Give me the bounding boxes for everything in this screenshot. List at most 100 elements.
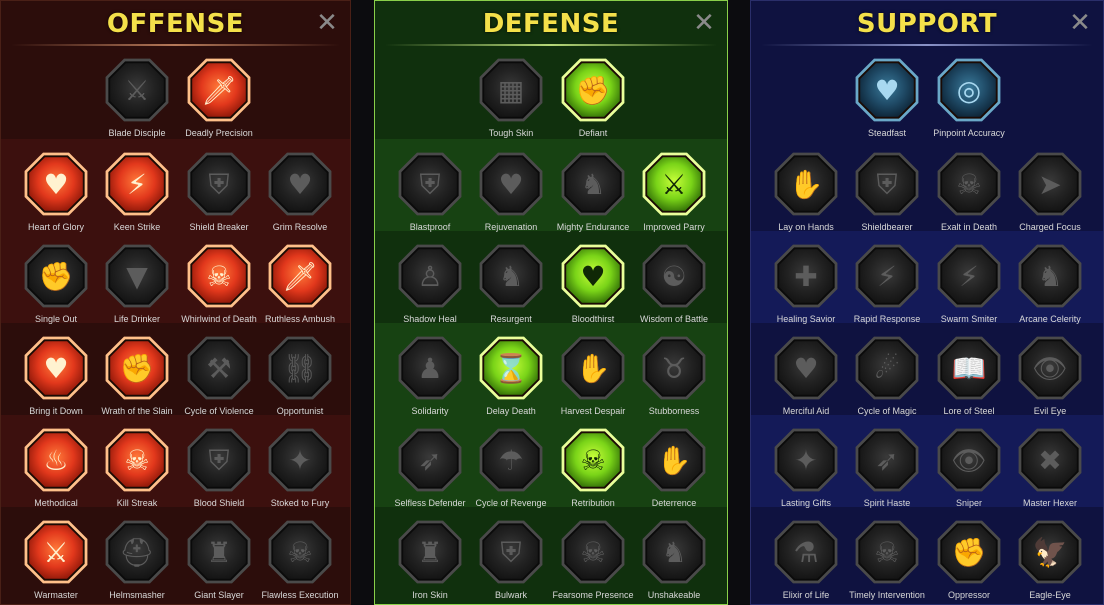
skill-deadly-precision[interactable]: 🗡 Deadly Precision xyxy=(178,55,260,147)
skill-retribution[interactable]: ☠ Retribution xyxy=(552,425,634,517)
skill-arcane-celerity[interactable]: ♞ Arcane Celerity xyxy=(1009,241,1091,333)
skill-helmsmasher[interactable]: ⛑ Helmsmasher xyxy=(96,517,178,604)
icon-glyph: ✊ xyxy=(39,260,74,293)
icon-glyph: ⚔ xyxy=(124,74,149,107)
icon-glyph: ⛨ xyxy=(500,536,521,569)
healing-savior-icon: ✚ xyxy=(774,244,838,308)
skill-healing-savior[interactable]: ✚ Healing Savior xyxy=(765,241,847,333)
skill-timely-intervention[interactable]: ☠ Timely Intervention xyxy=(846,517,928,604)
skill-improved-parry[interactable]: ⚔ Improved Parry xyxy=(633,149,715,241)
skill-stubborness[interactable]: ♉ Stubborness xyxy=(633,333,715,425)
support-panel: SUPPORT ✕ ♥ Steadfast ◎ Pinpoint Accuracy ✋ L… xyxy=(750,0,1104,605)
icon-glyph: ✊ xyxy=(120,352,155,385)
skill-lasting-gifts[interactable]: ✦ Lasting Gifts xyxy=(765,425,847,517)
skill-wisdom-of-battle[interactable]: ☯ Wisdom of Battle xyxy=(633,241,715,333)
skill-blood-shield[interactable]: ⛨ Blood Shield xyxy=(178,425,260,517)
skill-rejuvenation[interactable]: ♥ Rejuvenation xyxy=(470,149,552,241)
icon-glyph: ♜ xyxy=(417,536,442,569)
skill-flawless-execution[interactable]: ☠ Flawless Execution xyxy=(259,517,341,604)
skill-ruthless-ambush[interactable]: 🗡 Ruthless Ambush xyxy=(259,241,341,333)
skill-oppressor[interactable]: ✊ Oppressor xyxy=(928,517,1010,604)
icon-glyph: ✦ xyxy=(794,444,817,477)
skill-label: Deadly Precision xyxy=(185,128,253,138)
icon-glyph: ♥ xyxy=(498,168,523,201)
icon-glyph: ⛑ xyxy=(119,536,155,569)
skill-methodical[interactable]: ♨ Methodical xyxy=(15,425,97,517)
icon-glyph: ▼ xyxy=(126,260,148,293)
skill-heart-of-glory[interactable]: ♥ Heart of Glory xyxy=(15,149,97,241)
icon-glyph: ☠ xyxy=(124,444,149,477)
skill-lay-on-hands[interactable]: ✋ Lay on Hands xyxy=(765,149,847,241)
skill-fearsome-presence[interactable]: ☠ Fearsome Presence xyxy=(552,517,634,604)
skill-kill-streak[interactable]: ☠ Kill Streak xyxy=(96,425,178,517)
skill-mighty-endurance[interactable]: ♞ Mighty Endurance xyxy=(552,149,634,241)
skill-evil-eye[interactable]: 👁 Evil Eye xyxy=(1009,333,1091,425)
skill-master-hexer[interactable]: ✖ Master Hexer xyxy=(1009,425,1091,517)
skill-opportunist[interactable]: ⛓ Opportunist xyxy=(259,333,341,425)
skill-merciful-aid[interactable]: ♥ Merciful Aid xyxy=(765,333,847,425)
claw-marks-icon: ⚡ xyxy=(937,244,1001,308)
icon-glyph: ♥ xyxy=(43,352,68,385)
icon-glyph: ☠ xyxy=(874,536,899,569)
skill-shadow-heal[interactable]: ♙ Shadow Heal xyxy=(389,241,471,333)
skill-defiant[interactable]: ✊ Defiant xyxy=(552,55,634,147)
skill-selfless-defender[interactable]: ➶ Selfless Defender xyxy=(389,425,471,517)
skill-stoked-to-fury[interactable]: ✦ Stoked to Fury xyxy=(259,425,341,517)
skill-warmaster[interactable]: ⚔ Warmaster xyxy=(15,517,97,604)
close-icon[interactable]: ✕ xyxy=(314,9,340,35)
skill-charged-focus[interactable]: ➤ Charged Focus xyxy=(1009,149,1091,241)
running-defender-icon: ➶ xyxy=(398,428,462,492)
skill-harvest-despair[interactable]: ✋ Harvest Despair xyxy=(552,333,634,425)
crossed-blades-icon: ⚔ xyxy=(642,152,706,216)
skill-keen-strike[interactable]: ⚡ Keen Strike xyxy=(96,149,178,241)
skill-wrath-of-the-slain[interactable]: ✊ Wrath of the Slain xyxy=(96,333,178,425)
skill-delay-death[interactable]: ⌛ Delay Death xyxy=(470,333,552,425)
skill-cycle-of-violence[interactable]: ⚒ Cycle of Violence xyxy=(178,333,260,425)
skill-life-drinker[interactable]: ▼ Life Drinker xyxy=(96,241,178,333)
icon-glyph: ⚡ xyxy=(959,260,979,293)
skill-blade-disciple[interactable]: ⚔ Blade Disciple xyxy=(96,55,178,147)
skill-pinpoint-accuracy[interactable]: ◎ Pinpoint Accuracy xyxy=(928,55,1010,147)
close-icon[interactable]: ✕ xyxy=(691,9,717,35)
close-icon[interactable]: ✕ xyxy=(1067,9,1093,35)
skill-bloodthirst[interactable]: ♥ Bloodthirst xyxy=(552,241,634,333)
icon-glyph: ⛨ xyxy=(419,168,440,201)
skill-rapid-response[interactable]: ⚡ Rapid Response xyxy=(846,241,928,333)
skill-resurgent[interactable]: ♞ Resurgent xyxy=(470,241,552,333)
skill-bring-it-down[interactable]: ♥ Bring it Down xyxy=(15,333,97,425)
skill-iron-skin[interactable]: ♜ Iron Skin xyxy=(389,517,471,604)
skill-swarm-smiter[interactable]: ⚡ Swarm Smiter xyxy=(928,241,1010,333)
skill-tough-skin[interactable]: ▦ Tough Skin xyxy=(470,55,552,147)
icon-glyph: ⚔ xyxy=(661,168,686,201)
skill-label: Defiant xyxy=(578,128,608,138)
skill-cycle-of-revenge[interactable]: ☂ Cycle of Revenge xyxy=(470,425,552,517)
skill-spirit-haste[interactable]: ➶ Spirit Haste xyxy=(846,425,928,517)
skill-unshakeable[interactable]: ♞ Unshakeable xyxy=(633,517,715,604)
skill-single-out[interactable]: ✊ Single Out xyxy=(15,241,97,333)
skill-bulwark[interactable]: ⛨ Bulwark xyxy=(470,517,552,604)
skill-exalt-in-death[interactable]: ☠ Exalt in Death xyxy=(928,149,1010,241)
skill-cycle-of-magic[interactable]: ☄ Cycle of Magic xyxy=(846,333,928,425)
skill-eagle-eye[interactable]: 🦅 Eagle-Eye xyxy=(1009,517,1091,604)
icon-glyph: ➶ xyxy=(418,444,441,477)
boot-icon: ➶ xyxy=(855,428,919,492)
icon-glyph: ♨ xyxy=(43,444,68,477)
skill-shieldbearer[interactable]: ⛨ Shieldbearer xyxy=(846,149,928,241)
icon-glyph: ➶ xyxy=(875,444,898,477)
panel-title: OFFENSE xyxy=(106,9,245,39)
skill-giant-slayer[interactable]: ♜ Giant Slayer xyxy=(178,517,260,604)
group-icon: ♟ xyxy=(398,336,462,400)
bulwark-icon: ⛨ xyxy=(479,520,543,584)
icon-glyph: ✋ xyxy=(576,352,611,385)
skill-sniper[interactable]: 👁 Sniper xyxy=(928,425,1010,517)
skill-solidarity[interactable]: ♟ Solidarity xyxy=(389,333,471,425)
skill-elixir-of-life[interactable]: ⚗ Elixir of Life xyxy=(765,517,847,604)
skill-deterrence[interactable]: ✋ Deterrence xyxy=(633,425,715,517)
skill-lore-of-steel[interactable]: 📖 Lore of Steel xyxy=(928,333,1010,425)
skill-grim-resolve[interactable]: ♥ Grim Resolve xyxy=(259,149,341,241)
skill-shield-breaker[interactable]: ⛨ Shield Breaker xyxy=(178,149,260,241)
skill-label: Master Hexer xyxy=(1022,498,1077,508)
skill-steadfast[interactable]: ♥ Steadfast xyxy=(846,55,928,147)
skill-blastproof[interactable]: ⛨ Blastproof xyxy=(389,149,471,241)
skill-whirlwind-of-death[interactable]: ☠ Whirlwind of Death xyxy=(178,241,260,333)
